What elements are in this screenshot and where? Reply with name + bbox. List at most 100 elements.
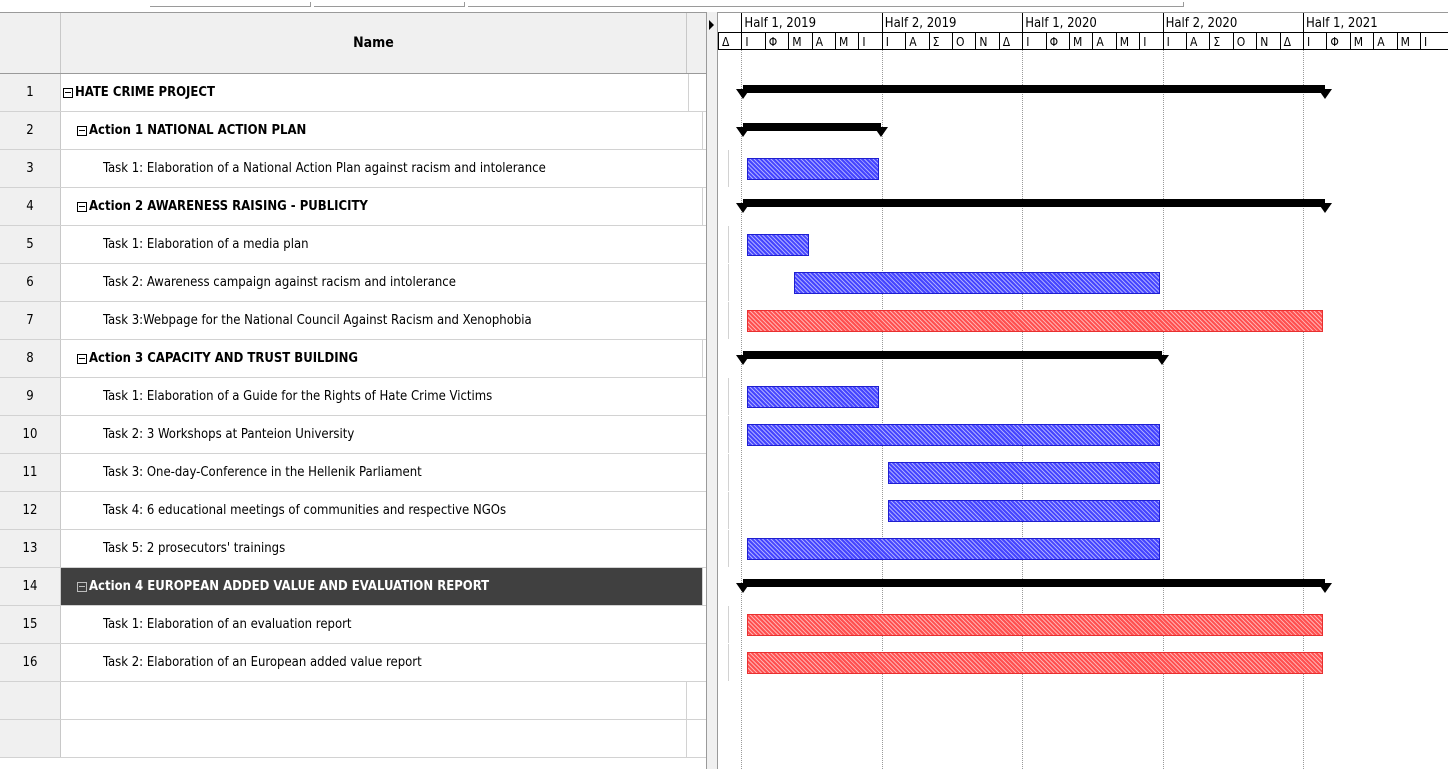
task-name-cell[interactable] [61,682,687,719]
task-row[interactable]: 1 HATE CRIME PROJECT [0,74,706,112]
half-year-label: Half 1, 2021 [1303,13,1378,33]
task-bar[interactable] [747,424,1160,446]
timescale-halves: Half 1, 2019 Half 2, 2019 Half 1, 2020 Half… [718,12,1448,33]
collapse-toggle-icon[interactable] [77,581,87,592]
row-number-cell[interactable]: 8 [0,340,61,377]
empty-row[interactable] [0,682,706,720]
row-number-cell[interactable]: 9 [0,378,61,415]
task-name-label: Action 2 AWARENESS RAISING - PUBLICITY [89,199,368,214]
month-label: Σ [1209,33,1220,49]
task-bar[interactable] [747,234,809,256]
task-row[interactable]: 4 Action 2 AWARENESS RAISING - PUBLICITY [0,188,706,226]
month-label: Ι [858,33,866,49]
summary-start-cap [736,203,751,213]
task-name-cell[interactable]: Task 1: Elaboration of a National Action… [61,150,729,187]
task-name-label: Task 5: 2 prosecutors' trainings [103,541,286,556]
task-row[interactable]: 2 Action 1 NATIONAL ACTION PLAN [0,112,706,150]
task-row[interactable]: 9 Task 1: Elaboration of a Guide for the … [0,378,729,416]
month-label: Α [811,33,823,49]
row-number-cell[interactable]: 2 [0,112,61,149]
collapse-toggle-icon[interactable] [77,353,87,364]
task-name-cell[interactable]: Task 3:Webpage for the National Council … [61,302,729,339]
task-row[interactable]: 6 Task 2: Awareness campaign against raci… [0,264,729,302]
task-bar[interactable] [747,158,879,180]
task-bar[interactable] [747,538,1160,560]
task-name-cell[interactable]: Action 1 NATIONAL ACTION PLAN [61,112,703,149]
task-name-cell[interactable]: Action 2 AWARENESS RAISING - PUBLICITY [61,188,703,225]
row-number-cell[interactable] [0,720,61,757]
task-name-cell[interactable]: Task 2: Awareness campaign against racis… [61,264,729,301]
row-number-cell[interactable] [0,682,61,719]
empty-row[interactable] [0,720,706,758]
row-number-cell[interactable]: 1 [0,74,61,111]
row-number-cell[interactable]: 12 [0,492,61,529]
month-label: Σ [928,33,939,49]
task-row[interactable]: 3 Task 1: Elaboration of a National Actio… [0,150,729,188]
task-row[interactable]: 11 Task 3: One-day-Conference in the Hell… [0,454,729,492]
row-number-header[interactable] [0,13,61,73]
row-number-cell[interactable]: 13 [0,530,61,567]
splitter-right-arrow-icon[interactable] [709,20,714,30]
task-name-cell[interactable]: Task 1: Elaboration of a Guide for the R… [61,378,729,415]
pane-splitter[interactable] [706,12,718,769]
task-bar[interactable] [887,500,1160,522]
summary-end-cap [1318,89,1333,99]
critical-task-bar[interactable] [747,310,1324,332]
task-name-cell[interactable]: Task 3: One-day-Conference in the Hellen… [61,454,729,491]
month-label: Ν [975,33,987,49]
task-row[interactable]: 14 Action 4 EUROPEAN ADDED VALUE AND EVAL… [0,568,706,606]
task-bar[interactable] [794,272,1160,294]
task-name-cell[interactable]: Task 2: 3 Workshops at Panteion Universi… [61,416,729,453]
row-number-cell[interactable]: 15 [0,606,61,643]
row-number-cell[interactable]: 14 [0,568,61,605]
row-number-cell[interactable]: 7 [0,302,61,339]
task-row[interactable]: 10 Task 2: 3 Workshops at Panteion Univer… [0,416,729,454]
task-name-cell[interactable]: Task 5: 2 prosecutors' trainings [61,530,729,567]
row-number-cell[interactable]: 3 [0,150,61,187]
top-splitter-segment [468,2,1184,7]
row-number-cell[interactable]: 10 [0,416,61,453]
row-number-cell[interactable]: 5 [0,226,61,263]
summary-start-cap [736,583,751,593]
task-bar[interactable] [887,462,1160,484]
summary-end-cap [1318,583,1333,593]
collapse-toggle-icon[interactable] [77,125,87,136]
summary-bar[interactable] [736,199,1333,213]
month-label: Α [1092,33,1104,49]
task-name-cell[interactable]: HATE CRIME PROJECT [61,74,689,111]
summary-bar[interactable] [736,85,1333,99]
task-name-cell[interactable]: Task 1: Elaboration of an evaluation rep… [61,606,729,643]
task-row[interactable]: 7 Task 3:Webpage for the National Council… [0,302,729,340]
summary-bar[interactable] [736,351,1169,365]
task-name-cell[interactable]: Action 4 EUROPEAN ADDED VALUE AND EVALUA… [61,568,703,605]
task-row[interactable]: 12 Task 4: 6 educational meetings of comm… [0,492,729,530]
name-column-header[interactable]: Name [61,13,687,73]
collapse-toggle-icon[interactable] [63,87,73,98]
task-name-label: Task 3: One-day-Conference in the Hellen… [103,465,422,480]
task-row[interactable]: 5 Task 1: Elaboration of a media plan [0,226,729,264]
row-number-cell[interactable]: 11 [0,454,61,491]
task-row[interactable]: 13 Task 5: 2 prosecutors' trainings [0,530,729,568]
task-name-cell[interactable] [61,720,687,757]
task-row[interactable]: 15 Task 1: Elaboration of an evaluation r… [0,606,729,644]
task-row[interactable]: 8 Action 3 CAPACITY AND TRUST BUILDING [0,340,706,378]
row-number-cell[interactable]: 16 [0,644,61,681]
task-name-cell[interactable]: Task 1: Elaboration of a media plan [61,226,729,263]
summary-bar[interactable] [736,123,888,137]
critical-task-bar[interactable] [747,614,1324,636]
summary-bar[interactable] [736,579,1333,593]
month-label: Α [905,33,917,49]
task-name-cell[interactable]: Action 3 CAPACITY AND TRUST BUILDING [61,340,703,377]
summary-start-cap [736,127,751,137]
task-name-cell[interactable]: Task 2: Elaboration of an European added… [61,644,729,681]
critical-task-bar[interactable] [747,652,1324,674]
collapse-toggle-icon[interactable] [77,201,87,212]
month-label: Ι [881,33,889,49]
task-bar[interactable] [747,386,879,408]
row-number-cell[interactable]: 4 [0,188,61,225]
summary-start-cap [736,89,751,99]
task-row[interactable]: 16 Task 2: Elaboration of an European add… [0,644,729,682]
row-number-cell[interactable]: 6 [0,264,61,301]
task-name-cell[interactable]: Task 4: 6 educational meetings of commun… [61,492,729,529]
month-label: Ν [1256,33,1268,49]
